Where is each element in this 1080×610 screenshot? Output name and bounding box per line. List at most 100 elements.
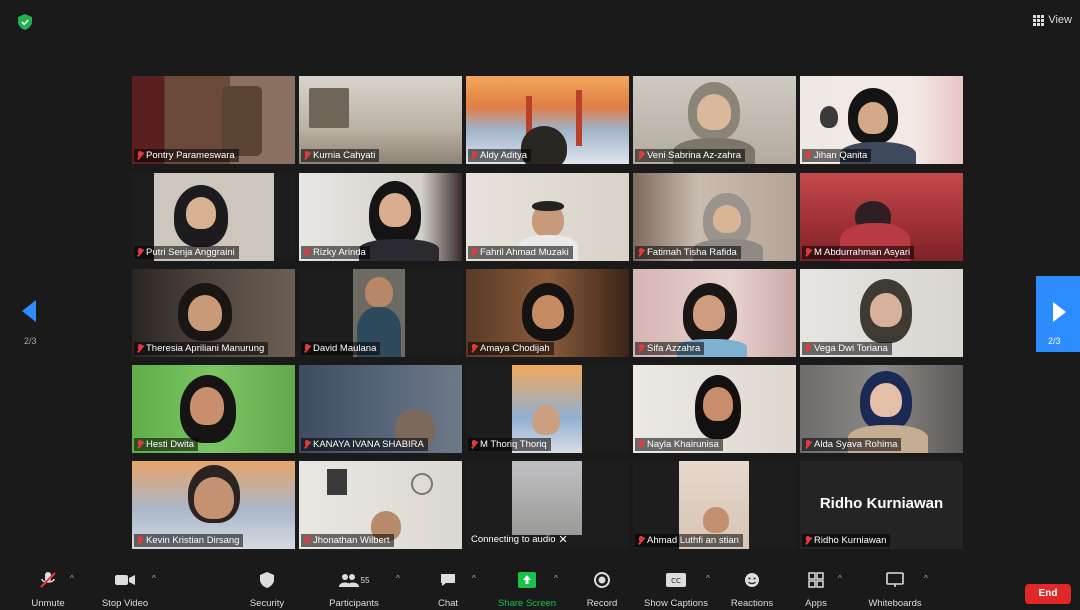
apps-icon	[808, 572, 824, 588]
muted-mic-icon	[304, 440, 310, 449]
video-tile[interactable]: Veni Sabrina Az-zahra	[633, 76, 796, 164]
video-tile[interactable]: Fatimah Tisha Rafida	[633, 173, 796, 261]
video-tile[interactable]: Putri Senja Anggraini	[132, 173, 295, 261]
video-tile[interactable]: Kurnia Cahyati	[299, 76, 462, 164]
video-tile[interactable]: Theresia Apriliani Manurung	[132, 269, 295, 357]
participant-name-label: Nayla Khairunisa	[635, 438, 723, 451]
video-tile[interactable]: Nayla Khairunisa	[633, 365, 796, 453]
video-tile[interactable]: Fahril Ahmad Muzaki	[466, 173, 629, 261]
muted-mic-icon	[805, 344, 811, 353]
participant-name-label: Alda Syava Rohima	[802, 438, 902, 451]
stop-video-button[interactable]: Stop Video	[94, 570, 156, 609]
muted-mic-icon	[638, 248, 644, 257]
muted-mic-icon	[137, 440, 143, 449]
security-button[interactable]: Security	[242, 570, 292, 609]
chat-options-caret-icon[interactable]: ^	[472, 574, 476, 583]
participants-options-caret-icon[interactable]: ^	[396, 574, 400, 583]
muted-mic-icon	[137, 344, 143, 353]
participant-name-label: Sifa Azzahra	[635, 342, 705, 355]
view-label: View	[1048, 14, 1072, 26]
participant-name-label: Kevin Kristian Dirsang	[134, 534, 244, 547]
muted-mic-icon	[304, 248, 310, 257]
whiteboards-button[interactable]: Whiteboards	[860, 570, 930, 609]
captions-cc-icon: CC	[666, 573, 686, 587]
close-icon[interactable]: ✕	[559, 533, 568, 546]
end-meeting-button[interactable]: End	[1025, 584, 1071, 604]
video-tile[interactable]: Aldy Aditya	[466, 76, 629, 164]
video-tile[interactable]: Amaya Chodijah	[466, 269, 629, 357]
next-page-button[interactable]: 2/3	[1036, 276, 1080, 352]
share-options-caret-icon[interactable]: ^	[554, 574, 558, 583]
participant-name-label: Jhonathan Wilbert	[301, 534, 394, 547]
chat-button[interactable]: Chat	[432, 570, 464, 609]
muted-mic-icon	[137, 536, 143, 545]
video-tile[interactable]: Pontry Parameswara	[132, 76, 295, 164]
video-tile[interactable]: Rizky Arinda	[299, 173, 462, 261]
captions-options-caret-icon[interactable]: ^	[706, 574, 710, 583]
video-tile[interactable]: David Maulana	[299, 269, 462, 357]
share-screen-icon	[518, 572, 536, 588]
page-indicator-left: 2/3	[24, 336, 37, 346]
participants-icon	[338, 574, 359, 587]
muted-mic-icon	[137, 151, 143, 160]
share-screen-button[interactable]: Share Screen	[494, 570, 560, 609]
participant-name-label: Theresia Apriliani Manurung	[134, 342, 269, 355]
participant-name-label: M Abdurrahman Asyari	[802, 246, 915, 259]
page-indicator-right: 2/3	[1048, 336, 1061, 346]
muted-mic-icon	[638, 536, 644, 545]
security-shield-icon	[260, 572, 274, 588]
record-icon	[594, 572, 610, 588]
next-page-arrow-icon	[1053, 302, 1066, 322]
video-tile[interactable]: KANAYA IVANA SHABIRA	[299, 365, 462, 453]
video-tile[interactable]: M Thoriq Thoriq	[466, 365, 629, 453]
show-captions-button[interactable]: CC Show Captions	[640, 570, 712, 609]
video-tile[interactable]: Kevin Kristian Dirsang	[132, 461, 295, 549]
video-tile[interactable]: Vega Dwi Toriana	[800, 269, 963, 357]
previous-page-arrow-icon[interactable]	[22, 300, 36, 322]
participant-name-label: Ridho Kurniawan	[802, 534, 891, 547]
video-tile[interactable]: Sifa Azzahra	[633, 269, 796, 357]
muted-mic-icon	[805, 248, 811, 257]
participant-name-label: David Maulana	[301, 342, 381, 355]
unmute-options-caret-icon[interactable]: ^	[70, 574, 74, 583]
view-button[interactable]: View	[1033, 14, 1072, 26]
video-tile[interactable]: Alda Syava Rohima	[800, 365, 963, 453]
participants-count: 55	[360, 575, 370, 585]
whiteboards-options-caret-icon[interactable]: ^	[924, 574, 928, 583]
video-tile[interactable]: Ahmad Luthfi an stian	[633, 461, 796, 549]
participant-name-label: Fahril Ahmad Muzaki	[468, 246, 573, 259]
video-tile[interactable]: Connecting to audio ✕	[466, 461, 629, 549]
video-tile[interactable]: Jhonathan Wilbert	[299, 461, 462, 549]
muted-mic-icon	[805, 151, 811, 160]
participant-name-label: Amaya Chodijah	[468, 342, 554, 355]
muted-mic-icon	[805, 440, 811, 449]
video-tile[interactable]: M Abdurrahman Asyari	[800, 173, 963, 261]
participant-name-label: Rizky Arinda	[301, 246, 370, 259]
participant-name-label: Fatimah Tisha Rafida	[635, 246, 741, 259]
apps-options-caret-icon[interactable]: ^	[838, 574, 842, 583]
muted-mic-icon	[471, 344, 477, 353]
participant-name-label: Kurnia Cahyati	[301, 149, 380, 162]
muted-mic-icon	[304, 151, 310, 160]
participant-name-label: Putri Senja Anggraini	[134, 246, 239, 259]
participants-button[interactable]: 55 Participants	[324, 570, 384, 609]
video-options-caret-icon[interactable]: ^	[152, 574, 156, 583]
whiteboard-icon	[886, 572, 904, 587]
reactions-smiley-icon	[745, 573, 759, 587]
participant-display-name: Ridho Kurniawan	[819, 495, 944, 512]
participant-name-label: Veni Sabrina Az-zahra	[635, 149, 746, 162]
unmute-button[interactable]: Unmute	[22, 570, 74, 609]
participant-name-label: Ahmad Luthfi an stian	[635, 534, 743, 547]
muted-mic-icon	[805, 536, 811, 545]
meeting-toolbar: Unmute ^ Stop Video ^ Security 55 Partic…	[0, 566, 1080, 610]
muted-mic-icon	[137, 248, 143, 257]
svg-text:CC: CC	[671, 577, 681, 585]
video-tile[interactable]: Jihan Qanita	[800, 76, 963, 164]
reactions-button[interactable]: Reactions	[728, 570, 776, 609]
video-tile[interactable]: Ridho Kurniawan Ridho Kurniawan	[800, 461, 963, 549]
record-button[interactable]: Record	[582, 570, 622, 609]
security-shield-icon	[18, 14, 32, 30]
video-tile[interactable]: Hesti Dwita	[132, 365, 295, 453]
apps-button[interactable]: Apps	[800, 570, 832, 609]
participant-name-label: Connecting to audio ✕	[471, 533, 568, 546]
